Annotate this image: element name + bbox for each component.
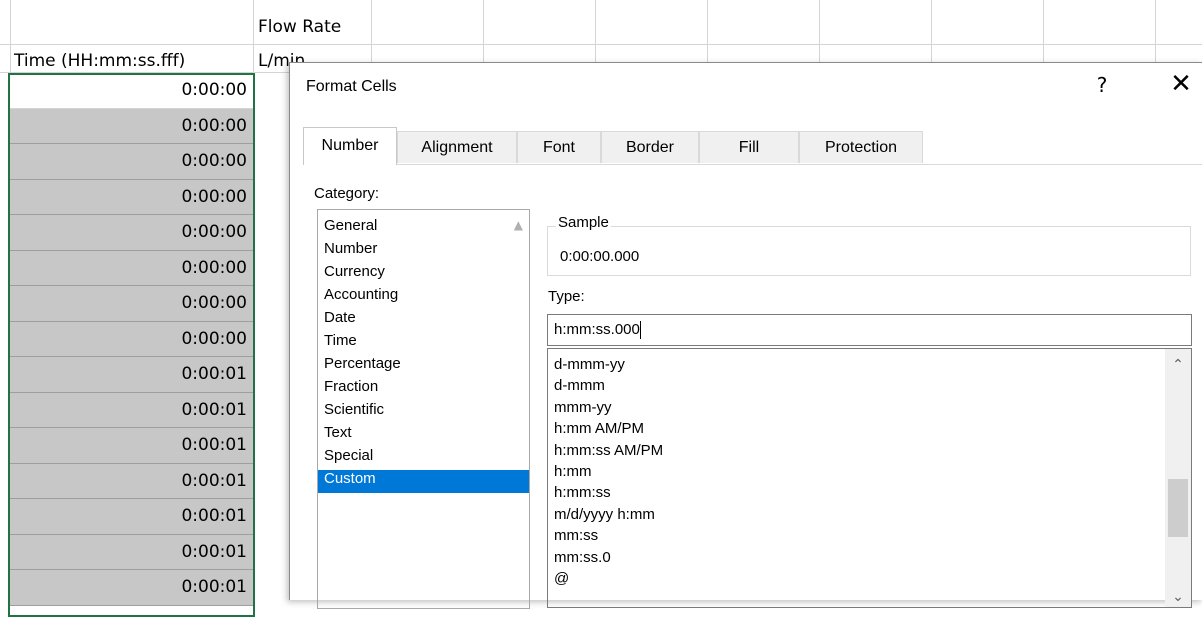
category-list[interactable]: General Number Currency Accounting Date Time P…: [317, 209, 530, 609]
flow-cell[interactable]: [258, 570, 288, 606]
time-cell[interactable]: 0:00:01: [10, 463, 253, 499]
category-item[interactable]: General: [318, 217, 529, 240]
dialog-title: Format Cells: [306, 78, 397, 95]
flow-cell[interactable]: [258, 357, 288, 393]
category-items: General Number Currency Accounting Date Time P…: [318, 210, 529, 493]
scrollbar-thumb[interactable]: [1168, 479, 1188, 537]
format-item[interactable]: d-mmm: [548, 377, 1191, 398]
flow-cell[interactable]: [258, 535, 288, 571]
text-caret: [639, 321, 641, 340]
category-item[interactable]: Date: [318, 309, 529, 332]
time-cell[interactable]: 0:00:00: [10, 321, 253, 357]
chevron-down-icon[interactable]: ⌄: [1165, 589, 1191, 605]
time-cell[interactable]: 0:00:00: [10, 108, 253, 144]
format-item[interactable]: h:mm:ss AM/PM: [548, 442, 1191, 463]
category-item[interactable]: Special: [318, 447, 529, 470]
format-item[interactable]: h:mm: [548, 463, 1191, 484]
format-items: d-mmm-yy d-mmm mmm-yy h:mm AM/PM h:mm:ss AM/…: [548, 349, 1191, 591]
flow-cell[interactable]: [258, 499, 288, 535]
flow-cell[interactable]: [258, 393, 288, 429]
cell-time-header[interactable]: Time (HH:mm:ss.fff): [14, 51, 185, 71]
grid-line: [0, 44, 1202, 45]
format-cells-dialog: Format Cells ? ✕ Number Alignment Font B…: [289, 62, 1202, 609]
sample-label: Sample: [556, 214, 611, 231]
time-cell[interactable]: 0:00:01: [10, 499, 253, 535]
help-button[interactable]: ?: [1092, 73, 1112, 97]
category-label: Category:: [314, 185, 380, 202]
close-icon[interactable]: ✕: [1166, 69, 1196, 99]
format-item[interactable]: mm:ss.0: [548, 549, 1191, 570]
flow-cell[interactable]: [258, 180, 288, 216]
category-item[interactable]: Percentage: [318, 355, 529, 378]
format-item[interactable]: h:mm AM/PM: [548, 420, 1191, 441]
category-item[interactable]: Scientific: [318, 401, 529, 424]
type-input[interactable]: h:mm:ss.000: [547, 314, 1192, 346]
format-item[interactable]: m/d/yyyy h:mm: [548, 506, 1191, 527]
format-item[interactable]: h:mm:ss: [548, 484, 1191, 505]
category-item[interactable]: Fraction: [318, 378, 529, 401]
time-cell[interactable]: 0:00:01: [10, 428, 253, 464]
tab-divider: [303, 164, 1202, 165]
flow-cell[interactable]: [258, 428, 288, 464]
chevron-up-icon[interactable]: ▲: [514, 218, 523, 232]
flow-cell[interactable]: [258, 322, 288, 358]
tab-border[interactable]: Border: [601, 131, 699, 163]
flow-cell[interactable]: [258, 464, 288, 500]
time-cell[interactable]: 0:00:00: [10, 250, 253, 286]
format-item[interactable]: mm:ss: [548, 527, 1191, 548]
category-item[interactable]: Number: [318, 240, 529, 263]
type-input-value: h:mm:ss.000: [554, 321, 640, 338]
category-item[interactable]: Time: [318, 332, 529, 355]
category-item[interactable]: Accounting: [318, 286, 529, 309]
format-item[interactable]: d-mmm-yy: [548, 356, 1191, 377]
time-cell[interactable]: 0:00:00: [10, 215, 253, 251]
cell-flow-rate-header[interactable]: Flow Rate: [258, 17, 341, 37]
flow-cell[interactable]: [258, 144, 288, 180]
category-item[interactable]: Custom: [318, 470, 529, 493]
format-item[interactable]: @: [548, 570, 1191, 591]
tab-alignment[interactable]: Alignment: [397, 131, 517, 163]
tab-number[interactable]: Number: [303, 127, 397, 165]
flow-cell[interactable]: [258, 73, 288, 109]
category-item[interactable]: Currency: [318, 263, 529, 286]
time-cell[interactable]: 0:00:00: [10, 179, 253, 215]
time-cell[interactable]: 0:00:00: [10, 286, 253, 322]
sample-value: 0:00:00.000: [560, 248, 640, 265]
grid-line: [253, 0, 254, 599]
flow-cell[interactable]: [258, 109, 288, 145]
tab-fill[interactable]: Fill: [699, 131, 799, 163]
flow-cell[interactable]: [258, 215, 288, 251]
time-cell[interactable]: 0:00:01: [10, 534, 253, 570]
time-cell[interactable]: 0:00:01: [10, 570, 253, 606]
time-cell[interactable]: 0:00:00: [10, 144, 253, 180]
flow-cell[interactable]: [258, 286, 288, 322]
flow-cell[interactable]: [258, 251, 288, 287]
format-list-scrollbar[interactable]: ⌃ ⌄: [1165, 349, 1191, 607]
sample-box: [547, 226, 1191, 276]
format-item[interactable]: mmm-yy: [548, 399, 1191, 420]
tab-font[interactable]: Font: [517, 131, 601, 163]
time-cell[interactable]: 0:00:01: [10, 357, 253, 393]
format-list[interactable]: d-mmm-yy d-mmm mmm-yy h:mm AM/PM h:mm:ss AM/…: [547, 348, 1192, 608]
category-item[interactable]: Text: [318, 424, 529, 447]
time-cell[interactable]: 0:00:01: [10, 392, 253, 428]
chevron-up-icon[interactable]: ⌃: [1165, 357, 1191, 373]
type-label: Type:: [548, 288, 585, 305]
time-cell[interactable]: 0:00:00: [10, 73, 253, 109]
tab-protection[interactable]: Protection: [799, 131, 923, 163]
